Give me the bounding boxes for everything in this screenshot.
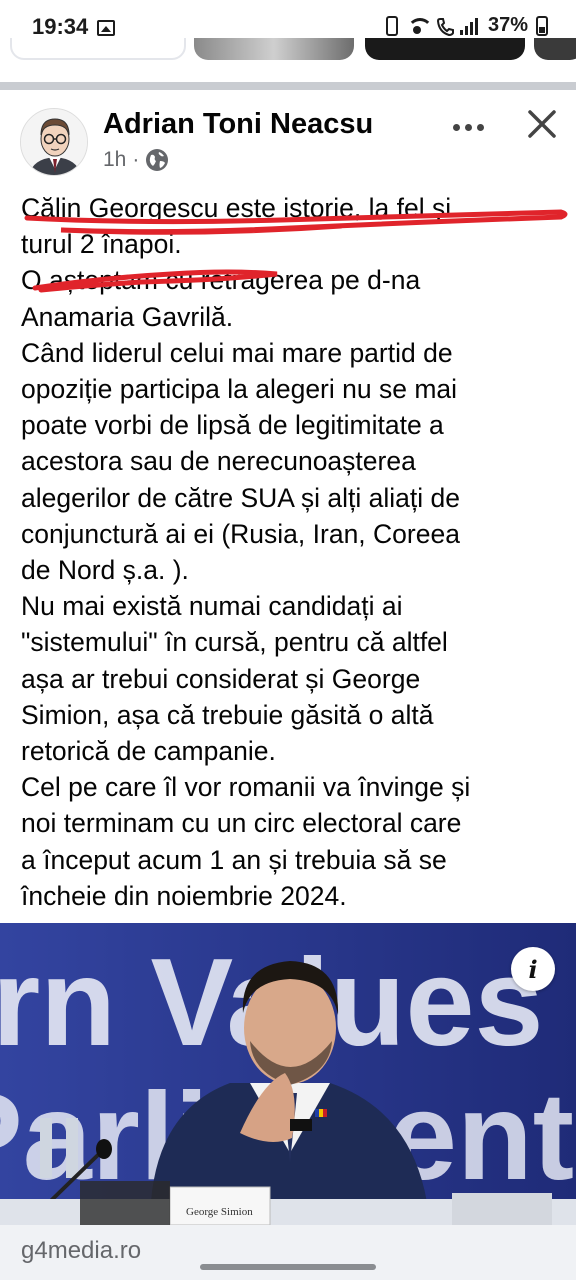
- post-text-line: noi terminam cu un circ electoral care: [21, 808, 462, 839]
- story-card[interactable]: [365, 38, 525, 60]
- post-text: Călin Georgescu este istorie, la fel și …: [21, 190, 568, 914]
- post-text-line: conjunctură ai ei (Rusia, Iran, Coreea: [21, 518, 460, 549]
- post-time[interactable]: 1h: [103, 148, 126, 172]
- post-text-line: Cel pe care îl vor romanii va învinge și: [21, 772, 471, 803]
- post-image[interactable]: rn Values Parliament George Simion: [0, 923, 576, 1225]
- battery-icon: [536, 15, 548, 36]
- call-icon: [436, 17, 454, 36]
- link-domain[interactable]: g4media.ro: [21, 1237, 141, 1265]
- close-icon[interactable]: [522, 104, 562, 144]
- post-text-line: poate vorbi de lipsă de legitimitate a: [21, 410, 444, 441]
- post-text-line: O așteptam cu retragerea pe d-na: [21, 265, 421, 296]
- globe-icon: [146, 149, 169, 171]
- post-text-line: a început acum 1 an și trebuia să se: [21, 844, 447, 875]
- post-header: Adrian Toni Neacsu 1h ·: [0, 92, 576, 187]
- info-button[interactable]: i: [511, 947, 555, 991]
- post-text-line: retorică de campanie.: [21, 736, 276, 767]
- gallery-icon: [97, 20, 115, 36]
- status-icons: 37%: [385, 14, 548, 37]
- post-text-line: Anamaria Gavrilă.: [21, 301, 234, 332]
- post-text-line: încheie din noiembrie 2024.: [21, 880, 347, 911]
- post-text-line: turul 2 înapoi.: [21, 229, 182, 260]
- post-text-line: acestora sau de nerecunoașterea: [21, 446, 416, 477]
- post-text-line: alegerilor de către SUA și alți aliați d…: [21, 482, 460, 513]
- feed-divider: [0, 82, 576, 90]
- post-text-line: Când liderul celui mai mare partid de: [21, 337, 453, 368]
- post-text-line: de Nord ș.a. ).: [21, 555, 189, 586]
- home-indicator[interactable]: [200, 1264, 376, 1270]
- status-time: 19:34: [32, 14, 89, 39]
- more-options-button[interactable]: [446, 112, 490, 142]
- meta-separator: ·: [132, 148, 140, 171]
- story-card[interactable]: [10, 38, 186, 60]
- more-dots-icon: [452, 123, 460, 131]
- photo-nameplate: George Simion: [186, 1206, 253, 1218]
- story-card[interactable]: [534, 38, 576, 60]
- post-text-line: așa ar trebui considerat și George: [21, 663, 421, 694]
- signal-icon: [459, 17, 480, 35]
- battery-saver-icon: [385, 15, 398, 36]
- wifi-icon: [406, 17, 433, 35]
- stories-strip: [0, 38, 576, 66]
- battery-percent: 37%: [487, 14, 528, 36]
- post-meta: 1h ·: [103, 148, 169, 172]
- story-card[interactable]: [194, 38, 354, 60]
- post-text-line: Simion, așa că trebuie găsită o altă: [21, 699, 434, 730]
- avatar[interactable]: [20, 108, 88, 176]
- post-text-line: Nu mai există numai candidați ai: [21, 591, 403, 622]
- post-text-line: Călin Georgescu este istorie, la fel și: [21, 193, 452, 223]
- link-preview-footer[interactable]: g4media.ro: [0, 1225, 576, 1280]
- post-text-line: "sistemului" în cursă, pentru că altfel: [21, 627, 448, 658]
- post-text-line: opoziție participa la alegeri nu se mai: [21, 374, 458, 405]
- author-name[interactable]: Adrian Toni Neacsu: [103, 108, 373, 141]
